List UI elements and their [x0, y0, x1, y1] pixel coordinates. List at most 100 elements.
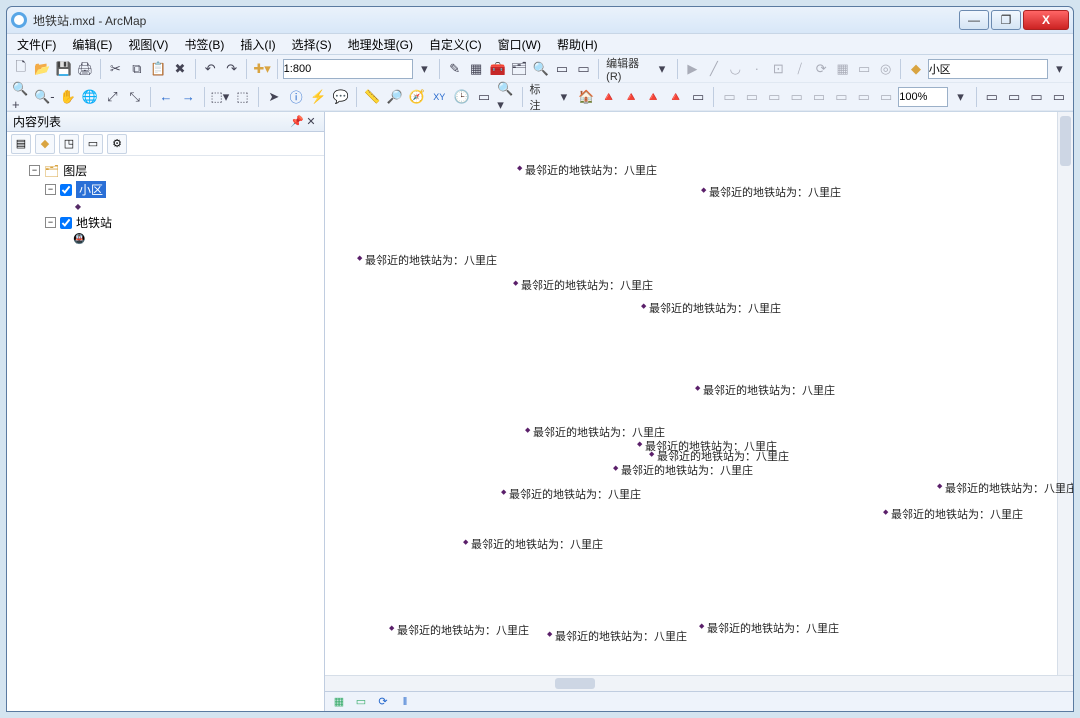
paste-icon[interactable]: 📋 — [149, 58, 168, 80]
annot-tool3-icon[interactable]: 🔺 — [643, 86, 663, 108]
add-data-icon[interactable]: ✚▾ — [252, 58, 271, 80]
edit-attr-icon[interactable]: ▦ — [833, 58, 852, 80]
print-icon[interactable]: 🖨 — [75, 58, 94, 80]
minimize-button[interactable]: — — [959, 10, 989, 30]
georef4-icon[interactable]: ▭ — [786, 86, 806, 108]
annotation-label[interactable]: 标注 — [528, 81, 552, 113]
list-by-source-icon[interactable]: ◆ — [35, 134, 55, 154]
annot-tool2-icon[interactable]: 🔺 — [621, 86, 641, 108]
layer-checkbox[interactable] — [60, 217, 72, 229]
edit-vertex-icon[interactable]: ⊡ — [769, 58, 788, 80]
edit-split-icon[interactable]: ⧸ — [790, 58, 809, 80]
edit-tool-icon[interactable]: ▶ — [683, 58, 702, 80]
georef5-icon[interactable]: ▭ — [809, 86, 829, 108]
georef8-icon[interactable]: ▭ — [876, 86, 896, 108]
delete-icon[interactable]: ✖ — [170, 58, 189, 80]
copy-icon[interactable]: ⧉ — [127, 58, 146, 80]
zoompct-dropdown-icon[interactable]: ▾ — [950, 86, 970, 108]
menu-geoproc[interactable]: 地理处理(G) — [344, 34, 417, 55]
close-button[interactable]: X — [1023, 10, 1069, 30]
viewer-icon[interactable]: ▭ — [474, 86, 494, 108]
back-icon[interactable]: ← — [156, 86, 176, 108]
pin-icon[interactable]: 📌 — [290, 115, 304, 128]
menu-file[interactable]: 文件(F) — [13, 34, 60, 55]
horizontal-scrollbar[interactable] — [325, 675, 1073, 691]
refresh-icon[interactable]: ⟳ — [375, 695, 391, 708]
list-by-selection-icon[interactable]: ▭ — [83, 134, 103, 154]
model-icon[interactable]: ▭ — [574, 58, 593, 80]
fixed-zoom-in-icon[interactable]: ⤢ — [102, 86, 122, 108]
save-icon[interactable]: 💾 — [54, 58, 73, 80]
options-icon[interactable]: ⚙ — [107, 134, 127, 154]
scrollbar-thumb[interactable] — [1060, 116, 1071, 166]
pan-icon[interactable]: ✋ — [57, 86, 77, 108]
time-slider-icon[interactable]: 🕒 — [452, 86, 472, 108]
table-icon[interactable]: ▦ — [466, 58, 485, 80]
undo-icon[interactable]: ↶ — [201, 58, 220, 80]
list-by-visibility-icon[interactable]: ◳ — [59, 134, 79, 154]
georef6-icon[interactable]: ▭ — [831, 86, 851, 108]
collapse-icon[interactable]: − — [29, 165, 40, 176]
clear-selection-icon[interactable]: ⬚ — [232, 86, 252, 108]
menu-select[interactable]: 选择(S) — [288, 34, 336, 55]
measure-icon[interactable]: 📏 — [362, 86, 382, 108]
new-doc-icon[interactable]: 🗋 — [11, 58, 30, 80]
zoom-out-icon[interactable]: 🔍- — [33, 86, 55, 108]
annot-dropdown-icon[interactable]: ▾ — [554, 86, 574, 108]
scrollbar-thumb[interactable] — [555, 678, 595, 689]
annot-tool5-icon[interactable]: ▭ — [688, 86, 708, 108]
georef3-icon[interactable]: ▭ — [764, 86, 784, 108]
layer-xiaoqu[interactable]: − 小区 — [45, 181, 318, 198]
redo-icon[interactable]: ↷ — [222, 58, 241, 80]
layer-checkbox[interactable] — [60, 184, 72, 196]
pointer-icon[interactable]: ➤ — [264, 86, 284, 108]
collapse-icon[interactable]: − — [45, 184, 56, 195]
annot-tool4-icon[interactable]: 🔺 — [666, 86, 686, 108]
fixed-zoom-out-icon[interactable]: ⤡ — [125, 86, 145, 108]
tree-root[interactable]: − 🗂 图层 — [29, 162, 318, 179]
search-icon[interactable]: 🔍 — [531, 58, 550, 80]
georef1-icon[interactable]: ▭ — [719, 86, 739, 108]
find-icon[interactable]: 🔎 — [384, 86, 404, 108]
layer-ditiezhan[interactable]: − 地铁站 — [45, 214, 318, 231]
catalog-icon[interactable]: 🗂 — [509, 58, 528, 80]
annot-tool1-icon[interactable]: 🔺 — [599, 86, 619, 108]
pause-icon[interactable]: ‖ — [397, 696, 413, 708]
open-icon[interactable]: 📂 — [32, 58, 51, 80]
identify-icon[interactable]: ⓘ — [286, 86, 306, 108]
georef2-icon[interactable]: ▭ — [742, 86, 762, 108]
editor-label[interactable]: 编辑器(R) — [604, 55, 650, 83]
scale-dropdown-icon[interactable]: ▾ — [415, 58, 434, 80]
edit-line-icon[interactable]: ╱ — [704, 58, 723, 80]
menu-bookmark[interactable]: 书签(B) — [180, 34, 228, 55]
edit-arc-icon[interactable]: ◡ — [726, 58, 745, 80]
menu-customize[interactable]: 自定义(C) — [425, 34, 486, 55]
toolbox-icon[interactable]: 🧰 — [488, 58, 507, 80]
html-popup-icon[interactable]: 💬 — [331, 86, 351, 108]
menu-window[interactable]: 窗口(W) — [494, 34, 545, 55]
zoom-pct-input[interactable] — [898, 87, 948, 107]
zoom-in-icon[interactable]: 🔍+ — [11, 86, 31, 108]
hyperlink-icon[interactable]: ⚡ — [308, 86, 328, 108]
data-view-icon[interactable]: ▦ — [331, 695, 347, 708]
layout4-icon[interactable]: ▭ — [1049, 86, 1069, 108]
cut-icon[interactable]: ✂ — [106, 58, 125, 80]
edit-point-icon[interactable]: · — [747, 58, 766, 80]
edit-target-icon[interactable]: ◎ — [876, 58, 895, 80]
menu-edit[interactable]: 编辑(E) — [68, 34, 116, 55]
edit-rotate-icon[interactable]: ⟳ — [811, 58, 830, 80]
scale-input[interactable] — [283, 59, 413, 79]
list-by-drawing-icon[interactable]: ▤ — [11, 134, 31, 154]
python-icon[interactable]: ▭ — [552, 58, 571, 80]
menu-help[interactable]: 帮助(H) — [553, 34, 602, 55]
georef7-icon[interactable]: ▭ — [854, 86, 874, 108]
layer-select[interactable] — [928, 59, 1048, 79]
editor-dropdown-icon[interactable]: ▾ — [652, 58, 671, 80]
select-features-icon[interactable]: ⬚▾ — [209, 86, 230, 108]
layout1-icon[interactable]: ▭ — [982, 86, 1002, 108]
collapse-icon[interactable]: − — [45, 217, 56, 228]
menu-insert[interactable]: 插入(I) — [236, 34, 279, 55]
magnifier-icon[interactable]: 🔍▾ — [496, 86, 516, 108]
layer-dropdown-icon[interactable]: ▾ — [1050, 58, 1069, 80]
layout3-icon[interactable]: ▭ — [1026, 86, 1046, 108]
